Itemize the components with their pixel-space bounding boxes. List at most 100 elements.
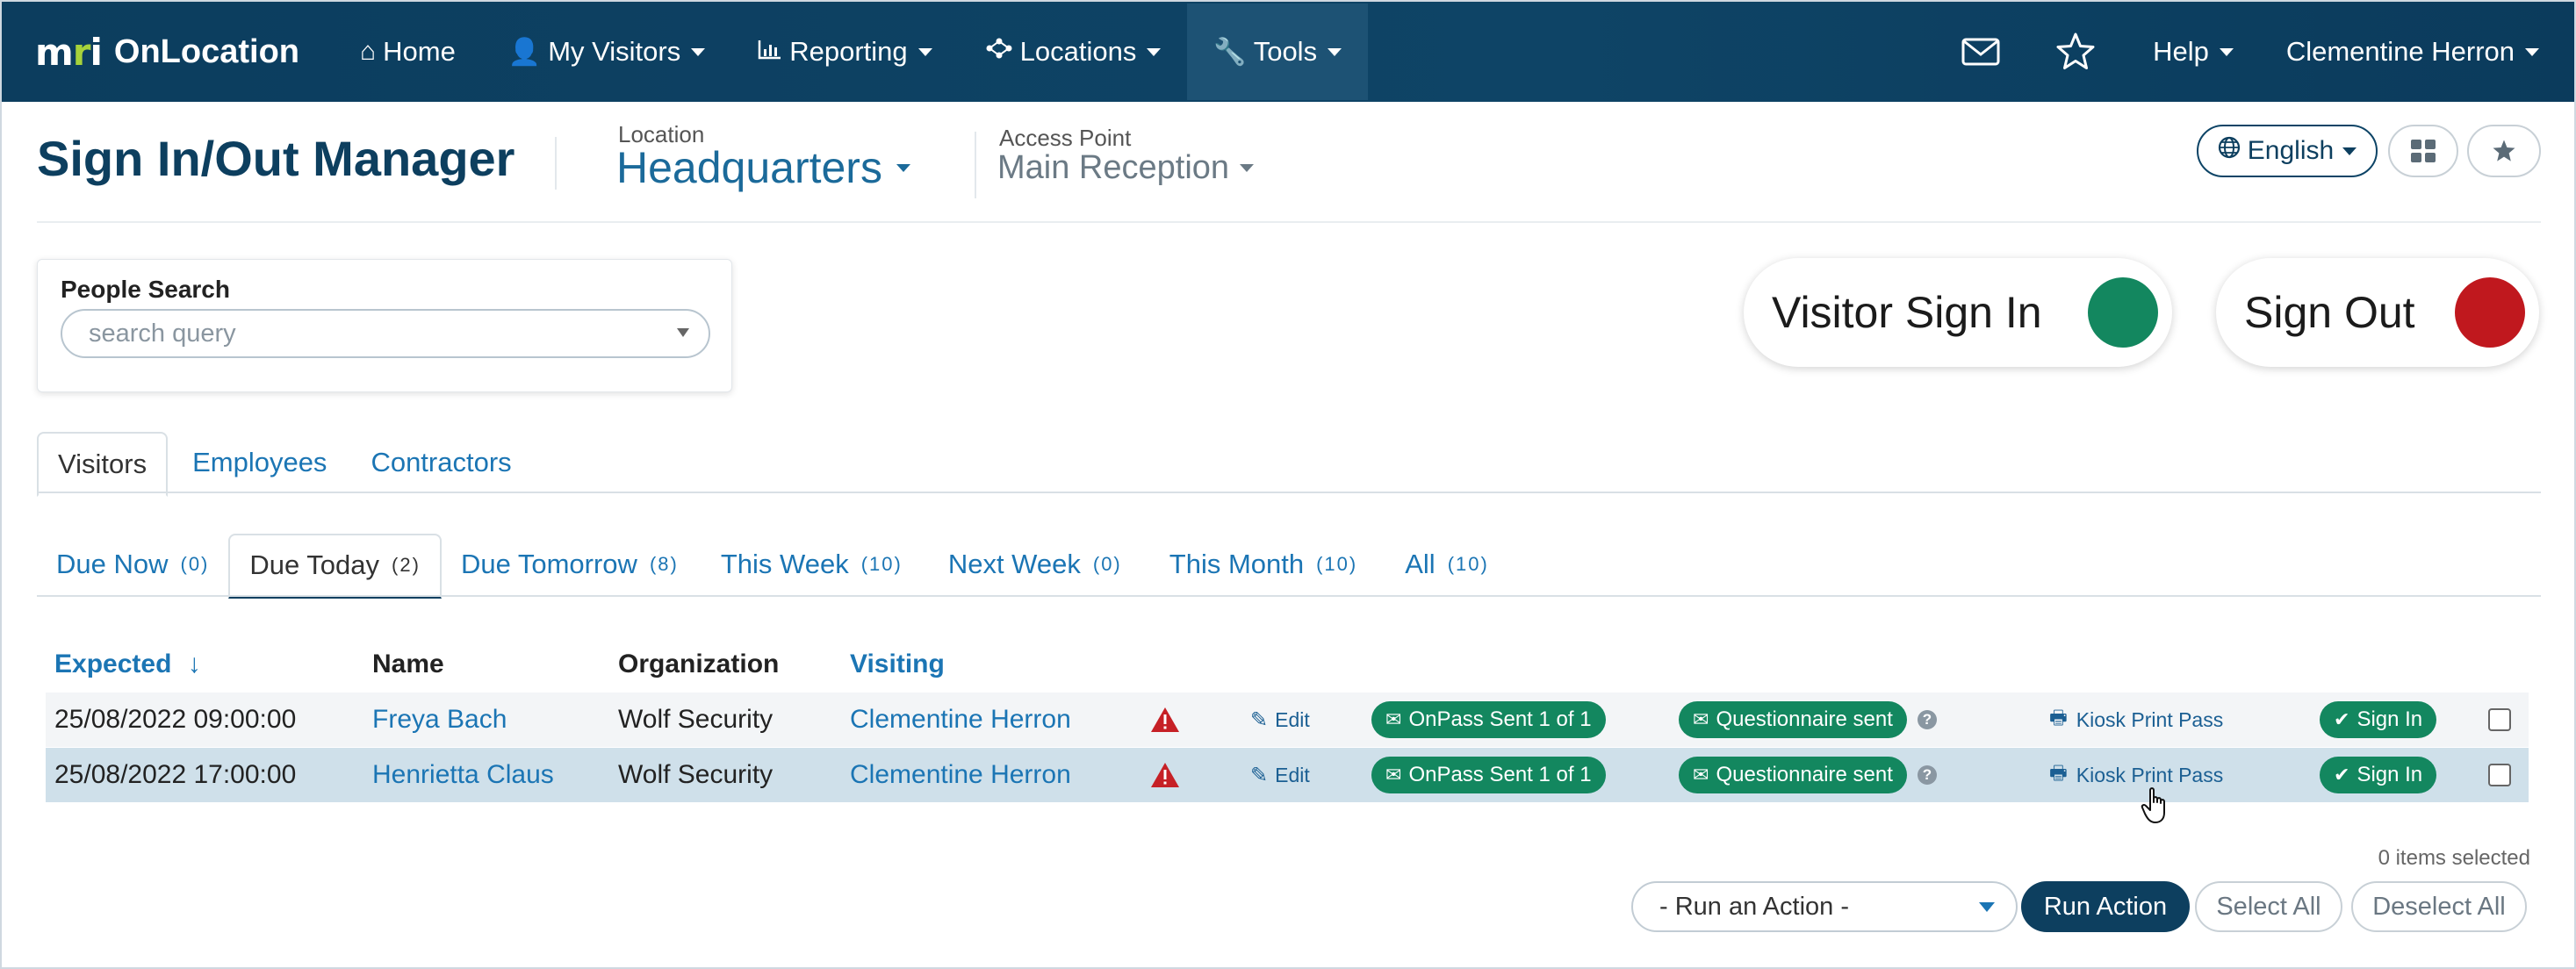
brand[interactable]: mri OnLocation xyxy=(35,31,334,74)
subtab-due-now[interactable]: Due Now (0) xyxy=(37,532,228,597)
chevron-down-icon xyxy=(896,163,910,172)
envelope-icon: ✉ xyxy=(1385,708,1402,730)
column-expected-label: Expected xyxy=(54,650,172,678)
visitor-sign-in-button[interactable]: Visitor Sign In xyxy=(1744,258,2172,367)
nav-my-visitors-label: My Visitors xyxy=(548,36,681,67)
messages-button[interactable] xyxy=(1933,4,2028,100)
nav-home-label: Home xyxy=(383,36,456,67)
edit-link[interactable]: ✎ Edit xyxy=(1250,748,1310,802)
subtab-next-week[interactable]: Next Week (0) xyxy=(925,532,1145,597)
select-all-button[interactable]: Select All xyxy=(2195,881,2342,932)
questionnaire-badge[interactable]: ✉ Questionnaire sent ? xyxy=(1679,748,1937,802)
onpass-badge[interactable]: ✉ OnPass Sent 1 of 1 xyxy=(1371,693,1606,747)
chevron-down-icon xyxy=(1147,47,1162,56)
subtab-count: (10) xyxy=(1316,553,1358,575)
language-selector[interactable]: English xyxy=(2197,125,2378,177)
network-icon xyxy=(985,37,1013,67)
visitor-name-link[interactable]: Henrietta Claus xyxy=(372,748,554,802)
check-circle-icon: ✔ xyxy=(2334,708,2350,730)
column-visiting-header[interactable]: Visiting xyxy=(850,650,945,679)
row-checkbox[interactable] xyxy=(2488,748,2511,802)
visitor-name-link[interactable]: Freya Bach xyxy=(372,693,507,747)
dropdown-arrow-icon xyxy=(677,328,689,337)
onpass-badge[interactable]: ✉ OnPass Sent 1 of 1 xyxy=(1371,748,1606,802)
questionnaire-label: Questionnaire sent xyxy=(1716,707,1893,731)
subtab-label: All xyxy=(1405,549,1436,579)
visiting-host-link[interactable]: Clementine Herron xyxy=(850,693,1071,747)
subtab-this-week[interactable]: This Week (10) xyxy=(698,532,925,597)
questionnaire-label: Questionnaire sent xyxy=(1716,763,1893,786)
chevron-down-icon xyxy=(917,47,932,56)
tab-contractors[interactable]: Contractors xyxy=(351,430,530,495)
edit-link[interactable]: ✎ Edit xyxy=(1250,693,1310,747)
nav-home[interactable]: ⌂ Home xyxy=(334,4,482,100)
visiting-host-link[interactable]: Clementine Herron xyxy=(850,748,1071,802)
chevron-down-icon xyxy=(691,47,706,56)
sign-in-row-button[interactable]: ✔ Sign In xyxy=(2320,748,2437,802)
header-separator xyxy=(37,221,2541,223)
sign-in-label: Sign In xyxy=(2357,763,2423,786)
subtab-this-month[interactable]: This Month (10) xyxy=(1145,532,1382,597)
items-selected-count: 0 items selected xyxy=(2378,846,2530,870)
kiosk-print-pass-link[interactable]: 🖶 Kiosk Print Pass xyxy=(2049,693,2223,747)
people-type-tabs: Visitors Employees Contractors xyxy=(37,427,531,497)
questionnaire-badge[interactable]: ✉ Questionnaire sent ? xyxy=(1679,693,1937,747)
edit-icon: ✎ xyxy=(1250,763,1269,787)
sign-in-label: Sign In xyxy=(2357,707,2423,731)
warning-icon[interactable] xyxy=(1150,748,1180,802)
nav-reporting-label: Reporting xyxy=(789,36,908,67)
printer-icon: 🖶 xyxy=(2049,762,2068,784)
favorite-page-button[interactable] xyxy=(2467,125,2541,177)
nav-locations[interactable]: Locations xyxy=(959,4,1188,100)
location-selector[interactable]: Headquarters xyxy=(616,142,910,193)
sign-out-button[interactable]: Sign Out xyxy=(2216,258,2539,367)
green-circle-icon xyxy=(2088,277,2158,348)
due-filter-tabs: Due Now (0) Due Today (2) Due Tomorrow (8) … xyxy=(37,528,1512,599)
tab-contractors-label: Contractors xyxy=(371,447,512,477)
envelope-icon: ✉ xyxy=(1693,708,1709,730)
hand-pointer-cursor-icon xyxy=(2141,787,2165,823)
kiosk-print-pass-link[interactable]: 🖶 Kiosk Print Pass xyxy=(2049,748,2223,802)
envelope-icon: ✉ xyxy=(1693,764,1709,786)
subtabs-underline xyxy=(37,595,2541,597)
subtab-all[interactable]: All (10) xyxy=(1382,532,1512,597)
tab-employees[interactable]: Employees xyxy=(168,430,351,495)
run-action-button[interactable]: Run Action xyxy=(2021,881,2190,932)
location-value: Headquarters xyxy=(616,143,882,192)
nav-help[interactable]: Help xyxy=(2123,4,2263,100)
mri-logo: mri xyxy=(35,30,103,74)
header-divider xyxy=(555,137,557,190)
dropdown-arrow-icon xyxy=(1979,902,1995,912)
run-action-select[interactable]: - Run an Action - xyxy=(1631,881,2018,932)
subtab-label: Due Today xyxy=(249,549,380,580)
nav-reporting[interactable]: Reporting xyxy=(731,4,958,100)
nav-my-visitors[interactable]: 👤 My Visitors xyxy=(482,4,731,100)
red-circle-icon xyxy=(2455,277,2525,348)
chevron-down-icon xyxy=(2219,47,2234,56)
favorites-button[interactable] xyxy=(2028,4,2123,100)
subtab-due-today[interactable]: Due Today (2) xyxy=(228,534,442,599)
help-icon[interactable]: ? xyxy=(1917,765,1937,785)
row-checkbox[interactable] xyxy=(2488,693,2511,747)
subtab-label: Due Tomorrow xyxy=(460,549,637,579)
organization-cell: Wolf Security xyxy=(618,705,774,734)
help-icon[interactable]: ? xyxy=(1917,710,1937,729)
tabs-underline xyxy=(37,492,2541,493)
sign-in-row-button[interactable]: ✔ Sign In xyxy=(2320,693,2437,747)
brand-name: OnLocation xyxy=(113,32,299,70)
dashboard-button[interactable] xyxy=(2388,125,2458,177)
check-circle-icon: ✔ xyxy=(2334,764,2350,786)
subtab-due-tomorrow[interactable]: Due Tomorrow (8) xyxy=(442,532,698,597)
nav-user-menu[interactable]: Clementine Herron xyxy=(2263,4,2574,100)
nav-tools[interactable]: 🔧 Tools xyxy=(1187,4,1369,100)
subtab-label: This Month xyxy=(1169,549,1305,579)
tab-visitors[interactable]: Visitors xyxy=(37,432,169,497)
subtab-count: (2) xyxy=(392,554,421,576)
access-point-selector[interactable]: Main Reception xyxy=(997,149,1255,187)
warning-icon[interactable] xyxy=(1150,693,1180,747)
access-point-label: Access Point xyxy=(999,125,1132,151)
people-search-input[interactable]: search query xyxy=(61,309,710,358)
column-expected-header[interactable]: Expected ↓ xyxy=(54,650,201,679)
kiosk-label: Kiosk Print Pass xyxy=(2076,763,2224,786)
deselect-all-button[interactable]: Deselect All xyxy=(2351,881,2527,932)
